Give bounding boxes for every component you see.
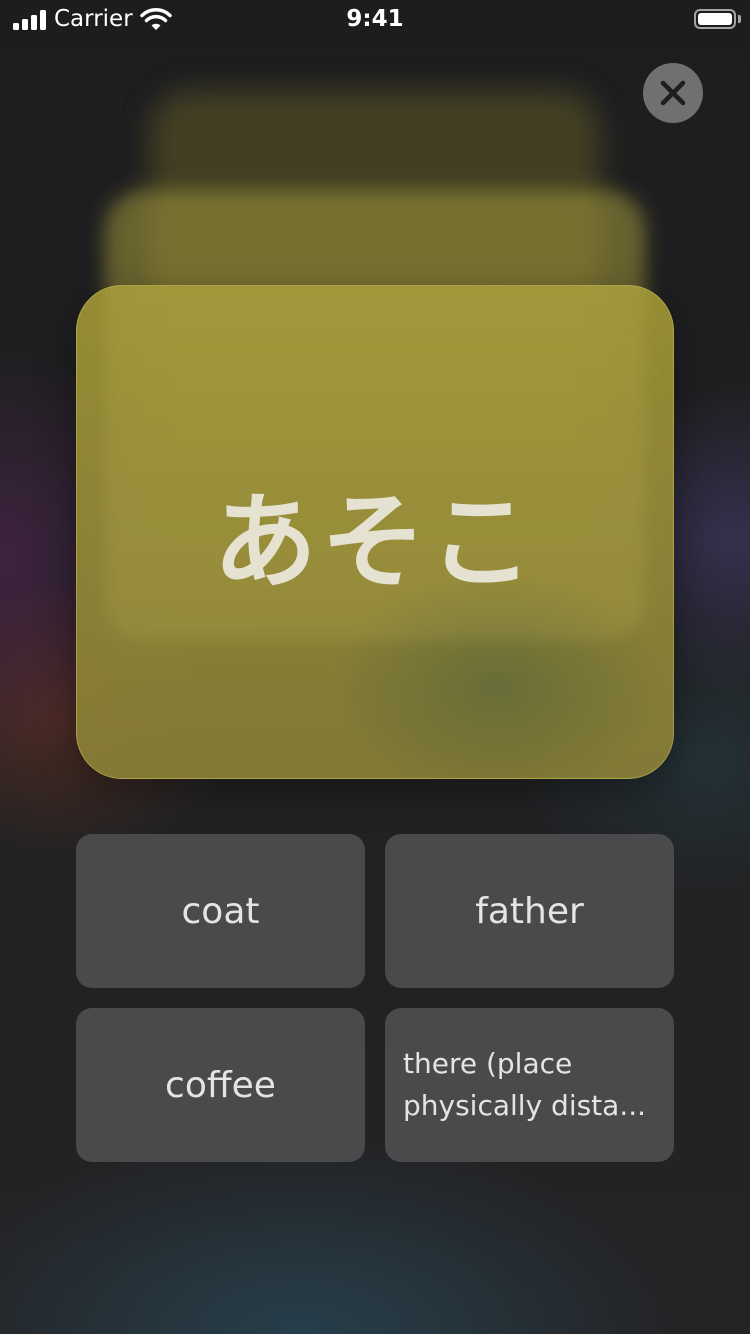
status-bar: Carrier 9:41 [0,0,750,40]
answer-option-coffee[interactable]: coffee [76,1008,365,1162]
flashcard-word: あそこ [212,480,537,603]
battery-icon [694,9,736,29]
answer-option-there[interactable]: there (place physically dista... [385,1008,674,1162]
answer-option-coat[interactable]: coat [76,834,365,988]
clock: 9:41 [346,6,404,32]
close-icon [660,80,686,106]
battery-tip [738,15,741,23]
answer-option-father[interactable]: father [385,834,674,988]
answer-label-line1: there (place [403,1047,573,1080]
flashcard[interactable]: あそこ [76,191,674,779]
answer-label-line2: physically dista... [403,1089,647,1122]
close-button[interactable] [643,63,703,123]
